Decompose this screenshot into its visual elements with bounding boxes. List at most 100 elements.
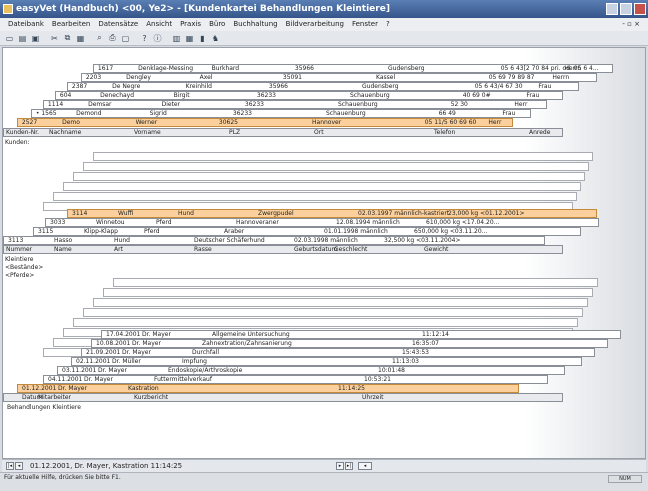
cell: Hannover	[312, 119, 342, 126]
cell: De Negre	[112, 83, 141, 90]
treatment-row[interactable]: 03.11.2001 Dr. Mayer Endoskopie/Arthroskop…	[57, 366, 565, 375]
pet-icon[interactable]: ♞	[210, 33, 221, 44]
document-area: 1617 Denklage-Messing Burkhard 35966 Gudensb…	[2, 47, 646, 459]
cell: Dr. Mayer	[98, 367, 127, 374]
cell: Frau	[526, 92, 540, 99]
print-icon[interactable]: ⎙	[107, 33, 118, 44]
stack-card	[113, 278, 598, 287]
animal-header-row: Nummer Name Art Rasse Geburtsdatum Geschlecht…	[3, 245, 563, 254]
copy-icon[interactable]: ⧉	[62, 33, 73, 44]
cell: 10:53:21	[364, 376, 391, 383]
stack-card	[73, 172, 585, 181]
cell: Mitarbeiter	[38, 394, 72, 401]
new-icon[interactable]: ▭	[4, 33, 15, 44]
cell: 36233	[232, 110, 252, 117]
help-icon[interactable]: ?	[139, 33, 150, 44]
cell: Herr	[514, 101, 528, 108]
info-icon[interactable]: ⓘ	[152, 33, 163, 44]
window-title: easyVet (Handbuch) <00, Ye2> - [Kundenka…	[16, 4, 390, 14]
nav-prev-icon[interactable]: ◂	[15, 462, 23, 470]
customer-row-selected[interactable]: 2527 Demo Werner 30625 Hannover 05 11/5 60 69…	[17, 118, 513, 127]
customer-row[interactable]: • 1565 Demond Sigrid 36233 Schauenburg 66 49 F…	[31, 109, 531, 118]
stack-card	[83, 308, 583, 317]
treatment-row[interactable]: 04.11.2001 Dr. Mayer Futtermittelverkauf 10…	[43, 375, 548, 384]
cell: Hasso	[54, 237, 73, 244]
cell: Hund	[114, 237, 130, 244]
cell: 2527	[21, 119, 38, 126]
menu-praxis[interactable]: Praxis	[176, 18, 205, 31]
menu-bearbeiten[interactable]: Bearbeiten	[48, 18, 94, 31]
cell: 21.09.2001	[86, 349, 121, 356]
cell: 3114	[72, 210, 88, 217]
open-icon[interactable]: ▤	[17, 33, 28, 44]
status-text: Für aktuelle Hilfe, drücken Sie bitte F1…	[4, 474, 121, 481]
menu-help[interactable]: ?	[382, 18, 394, 31]
menu-bildverarbeitung[interactable]: Bildverarbeitung	[282, 18, 348, 31]
animal-row[interactable]: 3115 Klipp-Klapp Pferd Araber 01.01.1998 män…	[33, 227, 581, 236]
maximize-button[interactable]	[620, 3, 632, 15]
cell: 03.11.2001	[62, 367, 97, 374]
customer-header-row: Kunden-Nr. Nachname Vorname PLZ Ort Telefon An…	[3, 128, 563, 137]
menu-dateibank[interactable]: Dateibank	[4, 18, 48, 31]
customer-row[interactable]: 2203 Dengley Axel 35091 Kassel 05 69 79 89 87…	[81, 73, 597, 82]
nav-last-icon[interactable]: ▸|	[345, 462, 353, 470]
cell: Endoskopie/Arthroskopie	[168, 367, 243, 374]
cell: Deutscher Schäferhund	[194, 237, 265, 244]
cell: Art	[114, 246, 123, 253]
menu-ansicht[interactable]: Ansicht	[142, 18, 176, 31]
menu-fenster[interactable]: Fenster	[348, 18, 382, 31]
treatment-row[interactable]: 17.04.2001 Dr. Mayer Allgemeine Untersuchu…	[101, 330, 621, 339]
menu-buchhaltung[interactable]: Buchhaltung	[229, 18, 281, 31]
find-icon[interactable]: ⌕	[94, 33, 105, 44]
cell: 604	[59, 92, 72, 99]
record-navigator: |◂ ◂ 01.12.2001, Dr. Mayer, Kastration 1…	[2, 459, 646, 472]
mdi-controls[interactable]: - ▫ ×	[618, 18, 644, 31]
tile-icon[interactable]: ▦	[184, 33, 195, 44]
cell: Araber	[224, 228, 245, 235]
animal-row[interactable]: 3033 Winnetou Pferd Hannoveraner 12.08.1994 …	[45, 218, 599, 227]
customer-section-label: Kunden:	[5, 139, 30, 146]
cell: Kassel	[376, 74, 396, 81]
treatment-row[interactable]: 10.08.2001 Dr. Mayer Zahnextration/Zahnsan…	[91, 339, 608, 348]
customer-row[interactable]: 1114 Demsar Dieter 36233 Schauenburg 52 30 Her…	[43, 100, 547, 109]
customer-row[interactable]: 2387 De Negre Kreinhild 35966 Gudensberg 05 6…	[67, 82, 579, 91]
nav-next-icon[interactable]: ▸	[336, 462, 344, 470]
cell: 16:35:07	[412, 340, 439, 347]
cell: 04.11.2001	[48, 376, 83, 383]
scroll-left-icon[interactable]: ◂	[358, 462, 372, 470]
customer-row[interactable]: 1617 Denklage-Messing Burkhard 35966 Gudensb…	[93, 64, 613, 73]
menu-datensaetze[interactable]: Datensätze	[94, 18, 142, 31]
minimize-button[interactable]	[606, 3, 618, 15]
app-icon	[3, 4, 13, 14]
cell: Ort	[314, 129, 324, 136]
paste-icon[interactable]: ▦	[75, 33, 86, 44]
stats-icon[interactable]: ▮	[197, 33, 208, 44]
window-icon[interactable]: ▥	[171, 33, 182, 44]
stack-card	[93, 298, 588, 307]
preview-icon[interactable]: ▢	[120, 33, 131, 44]
animal-section-label: Kleintiere <Bestände> <Pferde>	[5, 256, 44, 279]
animal-row-selected[interactable]: 3114 Wuffi Hund Zwergpudel 02.03.1997 männli…	[67, 209, 597, 218]
cell: 02.03.1997 männlich-kastriert	[358, 210, 450, 217]
cut-icon[interactable]: ✂	[49, 33, 60, 44]
close-button[interactable]	[634, 3, 646, 15]
treatment-row-selected[interactable]: 01.12.2001 Dr. Mayer Kastration 11:14:25	[17, 384, 519, 393]
cell: 01.01.1998 männlich	[324, 228, 388, 235]
cell: Birgit	[173, 92, 190, 99]
cell: Dr. Mayer	[132, 340, 161, 347]
cell: • 1565	[35, 110, 57, 117]
stack-card	[103, 288, 593, 297]
cell: Nummer	[6, 246, 33, 253]
toolbar-separator	[43, 33, 47, 44]
cell: Kunden-Nr.	[6, 129, 40, 136]
toolbar-separator	[165, 33, 169, 44]
nav-first-icon[interactable]: |◂	[6, 462, 14, 470]
menu-buero[interactable]: Büro	[205, 18, 229, 31]
animal-row[interactable]: 3113 Hasso Hund Deutscher Schäferhund 02.03.…	[3, 236, 545, 245]
treatment-row[interactable]: 02.11.2001 Dr. Müller Impfung 11:13:03	[71, 357, 582, 366]
treatment-row[interactable]: 21.09.2001 Dr. Mayer Durchfall 15:43:53	[81, 348, 595, 357]
cell: 12.08.1994 männlich	[336, 219, 400, 226]
cell: Hannoveraner	[236, 219, 279, 226]
save-icon[interactable]: ▣	[30, 33, 41, 44]
customer-row[interactable]: 604 Denechayd Birgit 36233 Schauenburg 40 69 …	[55, 91, 563, 100]
